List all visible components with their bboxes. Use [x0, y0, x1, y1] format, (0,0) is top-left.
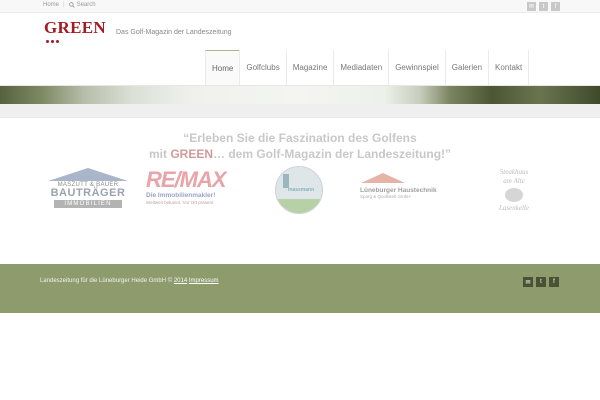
partner-logo-haustechnik[interactable]: Lüneburger Haustechnik Sparg & Quollstel…	[358, 173, 456, 213]
headline-brand: GREEN	[170, 147, 213, 161]
footer-impressum-link[interactable]: Impressum	[189, 278, 219, 284]
facebook-icon[interactable]: f	[551, 2, 560, 11]
site-tagline: Das Golf-Magazin der Landeszeitung	[116, 29, 232, 36]
footer-copyright: Landeszeitung für die Lüneburger Heide G…	[40, 278, 219, 284]
top-bar: Home | Search ✉ t f	[0, 0, 600, 13]
logo-text: GREEN	[44, 18, 106, 37]
facebook-icon[interactable]: f	[549, 277, 559, 287]
nav-item-galerien[interactable]: Galerien	[444, 50, 488, 85]
top-search[interactable]: Search	[68, 2, 96, 8]
massmann-emblem-icon: massmann	[275, 166, 323, 214]
nav-item-home[interactable]: Home	[205, 50, 240, 85]
headline-line-1: “Erleben Sie die Faszination des Golfens	[183, 131, 417, 145]
house-roof-icon	[361, 173, 405, 183]
partner-logo-remax[interactable]: RE/MAX Die Immobilienmakler! Weltweit be…	[146, 168, 241, 218]
partner-logo-steakhaus[interactable]: Steakhaus am Alte Lasenkelle	[486, 168, 542, 218]
hero-band	[0, 104, 600, 118]
mail-icon[interactable]: ✉	[523, 277, 533, 287]
nav-item-mediadaten[interactable]: Mediadaten	[333, 50, 388, 85]
site-footer: Landeszeitung für die Lüneburger Heide G…	[0, 264, 600, 313]
mail-icon[interactable]: ✉	[527, 2, 536, 11]
main-nav: Home Golfclubs Magazine Mediadaten Gewin…	[205, 50, 530, 85]
footer-social-icons: ✉ t f	[523, 277, 559, 287]
partner-logo-maszutt-bauer[interactable]: MASZUTT & BAUER BAUTRÄGER IMMOBILIEN	[48, 168, 128, 218]
headline-line-2: mit GREEN… dem Golf-Magazin der Landesze…	[148, 147, 452, 161]
headline: “Erleben Sie die Faszination des Golfens…	[0, 130, 600, 162]
nav-item-kontakt[interactable]: Kontakt	[488, 50, 530, 85]
top-separator: |	[63, 2, 65, 8]
nav-item-golfclubs[interactable]: Golfclubs	[239, 50, 285, 85]
partner-logo-massmann[interactable]: massmann	[275, 166, 327, 218]
top-nav: Home | Search	[43, 2, 96, 8]
site-logo[interactable]: GREEN	[44, 19, 106, 45]
top-home-link[interactable]: Home	[43, 2, 59, 8]
nav-item-gewinnspiel[interactable]: Gewinnspiel	[388, 50, 445, 85]
twitter-icon[interactable]: t	[536, 277, 546, 287]
hero-image	[0, 86, 600, 104]
house-roof-icon	[48, 168, 128, 181]
search-icon	[68, 2, 75, 8]
nav-item-magazine[interactable]: Magazine	[285, 50, 334, 85]
partner-logos: MASZUTT & BAUER BAUTRÄGER IMMOBILIEN RE/…	[0, 163, 600, 223]
steakhaus-emblem-icon	[505, 188, 523, 202]
twitter-icon[interactable]: t	[539, 2, 548, 11]
footer-year-link[interactable]: 2014	[174, 278, 187, 284]
logo-golfballs-icon	[46, 40, 106, 43]
search-label: Search	[76, 2, 96, 8]
top-social-icons: ✉ t f	[527, 2, 560, 11]
